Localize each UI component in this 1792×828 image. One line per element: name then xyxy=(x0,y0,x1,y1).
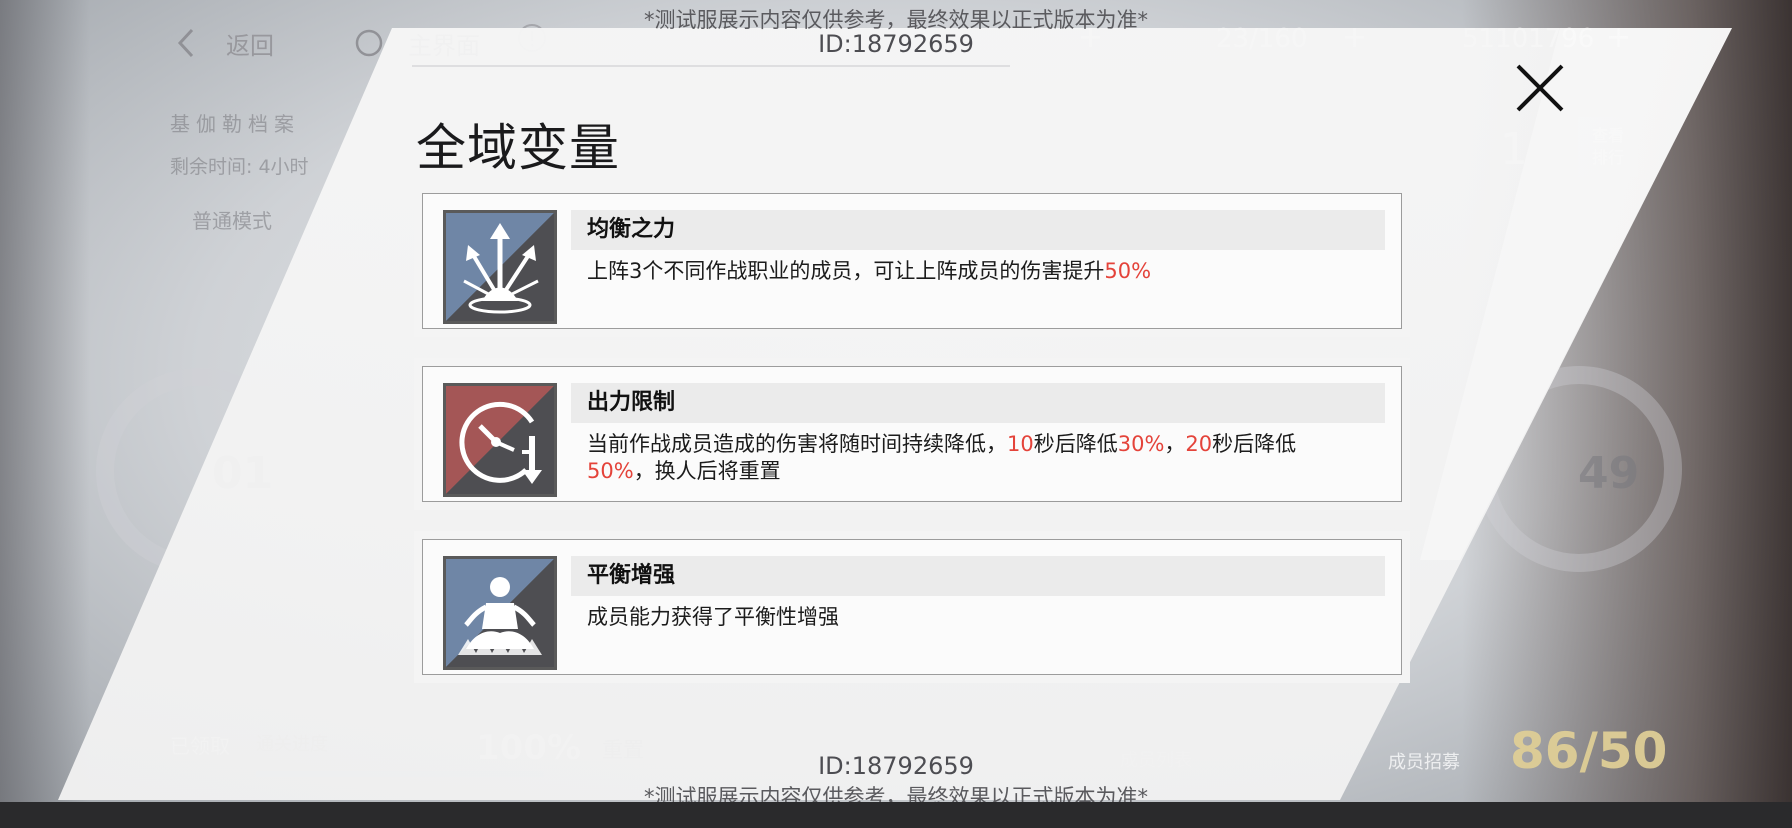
highlight-value: 20 xyxy=(1185,432,1213,456)
clock-down-arrow-icon xyxy=(443,383,557,497)
desc-text: 秒后降低 xyxy=(1033,432,1118,456)
upward-arrows-burst-icon xyxy=(443,210,557,324)
rank-value: 1 xyxy=(1500,124,1528,175)
background-left-shade xyxy=(0,0,90,828)
desc-text: 秒后降低 xyxy=(1212,432,1297,456)
close-button[interactable] xyxy=(1508,56,1572,120)
variable-card-frame: 出力限制 当前作战成员造成的伤害将随时间持续降低，10秒后降低30%，20秒后降… xyxy=(422,366,1402,502)
variable-desc: 上阵3个不同作战职业的成员，可让上阵成员的伤害提升50% xyxy=(587,258,1311,285)
view-ranking-button[interactable]: 查看 排行 xyxy=(1578,117,1638,177)
archive-title: 基伽勒档案 xyxy=(170,112,300,136)
meditating-figure-icon xyxy=(443,556,557,670)
user-id-bottom: ID:18792659 xyxy=(818,752,974,780)
stage-number-left: 01 xyxy=(212,448,274,499)
view-ranking-label: 查看 排行 xyxy=(1591,126,1624,167)
variable-name: 平衡增强 xyxy=(571,556,1385,596)
desc-text: ， xyxy=(1164,432,1186,456)
desc-text: ，换人后将重置 xyxy=(633,459,781,483)
highlight-value: 10 xyxy=(1007,432,1034,456)
variable-card-frame: 均衡之力 上阵3个不同作战职业的成员，可让上阵成员的伤害提升50% xyxy=(422,193,1402,329)
bottom-strip xyxy=(0,802,1792,828)
user-id-top: ID:18792659 xyxy=(818,30,974,58)
modal-title: 全域变量 xyxy=(416,119,620,177)
remaining-time: 剩余时间: 4小时 xyxy=(170,156,309,178)
desc-text: 上阵3个不同作战职业的成员，可让上阵成员的伤害提升 xyxy=(587,259,1105,283)
highlight-value: 50% xyxy=(1104,259,1152,283)
stage-number-right: 49 xyxy=(1578,448,1640,499)
variable-card: 出力限制 当前作战成员造成的伤害将随时间持续降低，10秒后降低30%，20秒后降… xyxy=(414,358,1410,510)
variable-desc: 当前作战成员造成的伤害将随时间持续降低，10秒后降低30%，20秒后降低50%，… xyxy=(587,431,1311,485)
desc-text: 成员能力获得了平衡性增强 xyxy=(587,605,839,629)
variable-desc: 成员能力获得了平衡性增强 xyxy=(587,604,1311,631)
variable-name: 均衡之力 xyxy=(571,210,1385,250)
mode-label: 普通模式 xyxy=(192,209,272,233)
desc-text: 当前作战成员造成的伤害将随时间持续降低， xyxy=(587,432,1007,456)
variable-card: 均衡之力 上阵3个不同作战职业的成员，可让上阵成员的伤害提升50% xyxy=(414,185,1410,337)
variable-card: 平衡增强 成员能力获得了平衡性增强 xyxy=(414,531,1410,683)
highlight-value: 30% xyxy=(1117,432,1165,456)
close-icon xyxy=(1516,64,1564,112)
variable-card-frame: 平衡增强 成员能力获得了平衡性增强 xyxy=(422,539,1402,675)
highlight-value: 50% xyxy=(587,459,634,483)
variable-name: 出力限制 xyxy=(571,383,1385,423)
